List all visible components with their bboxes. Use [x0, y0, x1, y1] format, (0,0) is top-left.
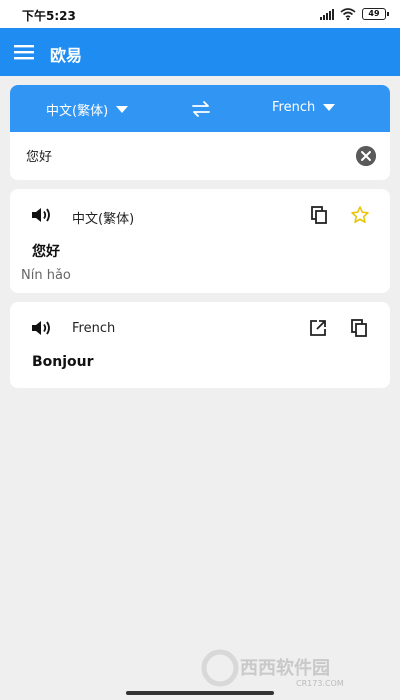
- wifi-icon: [340, 8, 356, 20]
- source-text-input[interactable]: 您好: [26, 146, 52, 165]
- open-external-icon[interactable]: [308, 318, 328, 338]
- chevron-down-icon: [323, 104, 336, 111]
- target-language-label: French: [272, 100, 316, 115]
- watermark-text: 西西软件园: [240, 657, 330, 679]
- signal-icon: [320, 8, 334, 20]
- battery-icon: 49: [362, 8, 389, 20]
- input-row: 您好: [10, 132, 390, 180]
- target-result-card: French Bonjour: [10, 302, 390, 388]
- translated-text: Bonjour: [32, 354, 94, 370]
- target-card-language: French: [72, 321, 116, 336]
- watermark-logo: 西西软件园 CR173.COM: [201, 649, 344, 688]
- source-card-language: 中文(繁体): [72, 212, 135, 227]
- target-language-dropdown[interactable]: French: [272, 100, 336, 115]
- home-indicator[interactable]: [126, 691, 274, 695]
- app-title: 欧易: [50, 46, 83, 65]
- speaker-icon[interactable]: [30, 318, 54, 338]
- chevron-down-icon: [116, 106, 129, 113]
- copy-icon[interactable]: [350, 318, 370, 338]
- speaker-icon[interactable]: [30, 205, 54, 225]
- romanization-text: Nín hǎo: [21, 268, 71, 283]
- source-language-label: 中文(繁体): [46, 104, 109, 119]
- status-time: 下午5:23: [22, 9, 76, 23]
- watermark-url: CR173.COM: [296, 679, 344, 688]
- menu-icon[interactable]: [14, 42, 36, 62]
- source-text: 您好: [32, 244, 60, 260]
- status-icons: 49: [320, 8, 389, 20]
- clear-icon[interactable]: [356, 146, 376, 166]
- app-bar: 欧易: [0, 28, 400, 76]
- language-bar: 中文(繁体) French: [10, 85, 390, 132]
- copy-icon[interactable]: [310, 205, 330, 225]
- star-icon[interactable]: [350, 205, 370, 225]
- status-bar: 下午5:23 49: [0, 0, 400, 28]
- source-language-dropdown[interactable]: 中文(繁体): [46, 100, 129, 119]
- swap-icon[interactable]: [190, 98, 212, 120]
- source-result-card: 中文(繁体) 您好 Nín hǎo: [10, 189, 390, 293]
- translate-input-card: 中文(繁体) French 您好: [10, 85, 390, 180]
